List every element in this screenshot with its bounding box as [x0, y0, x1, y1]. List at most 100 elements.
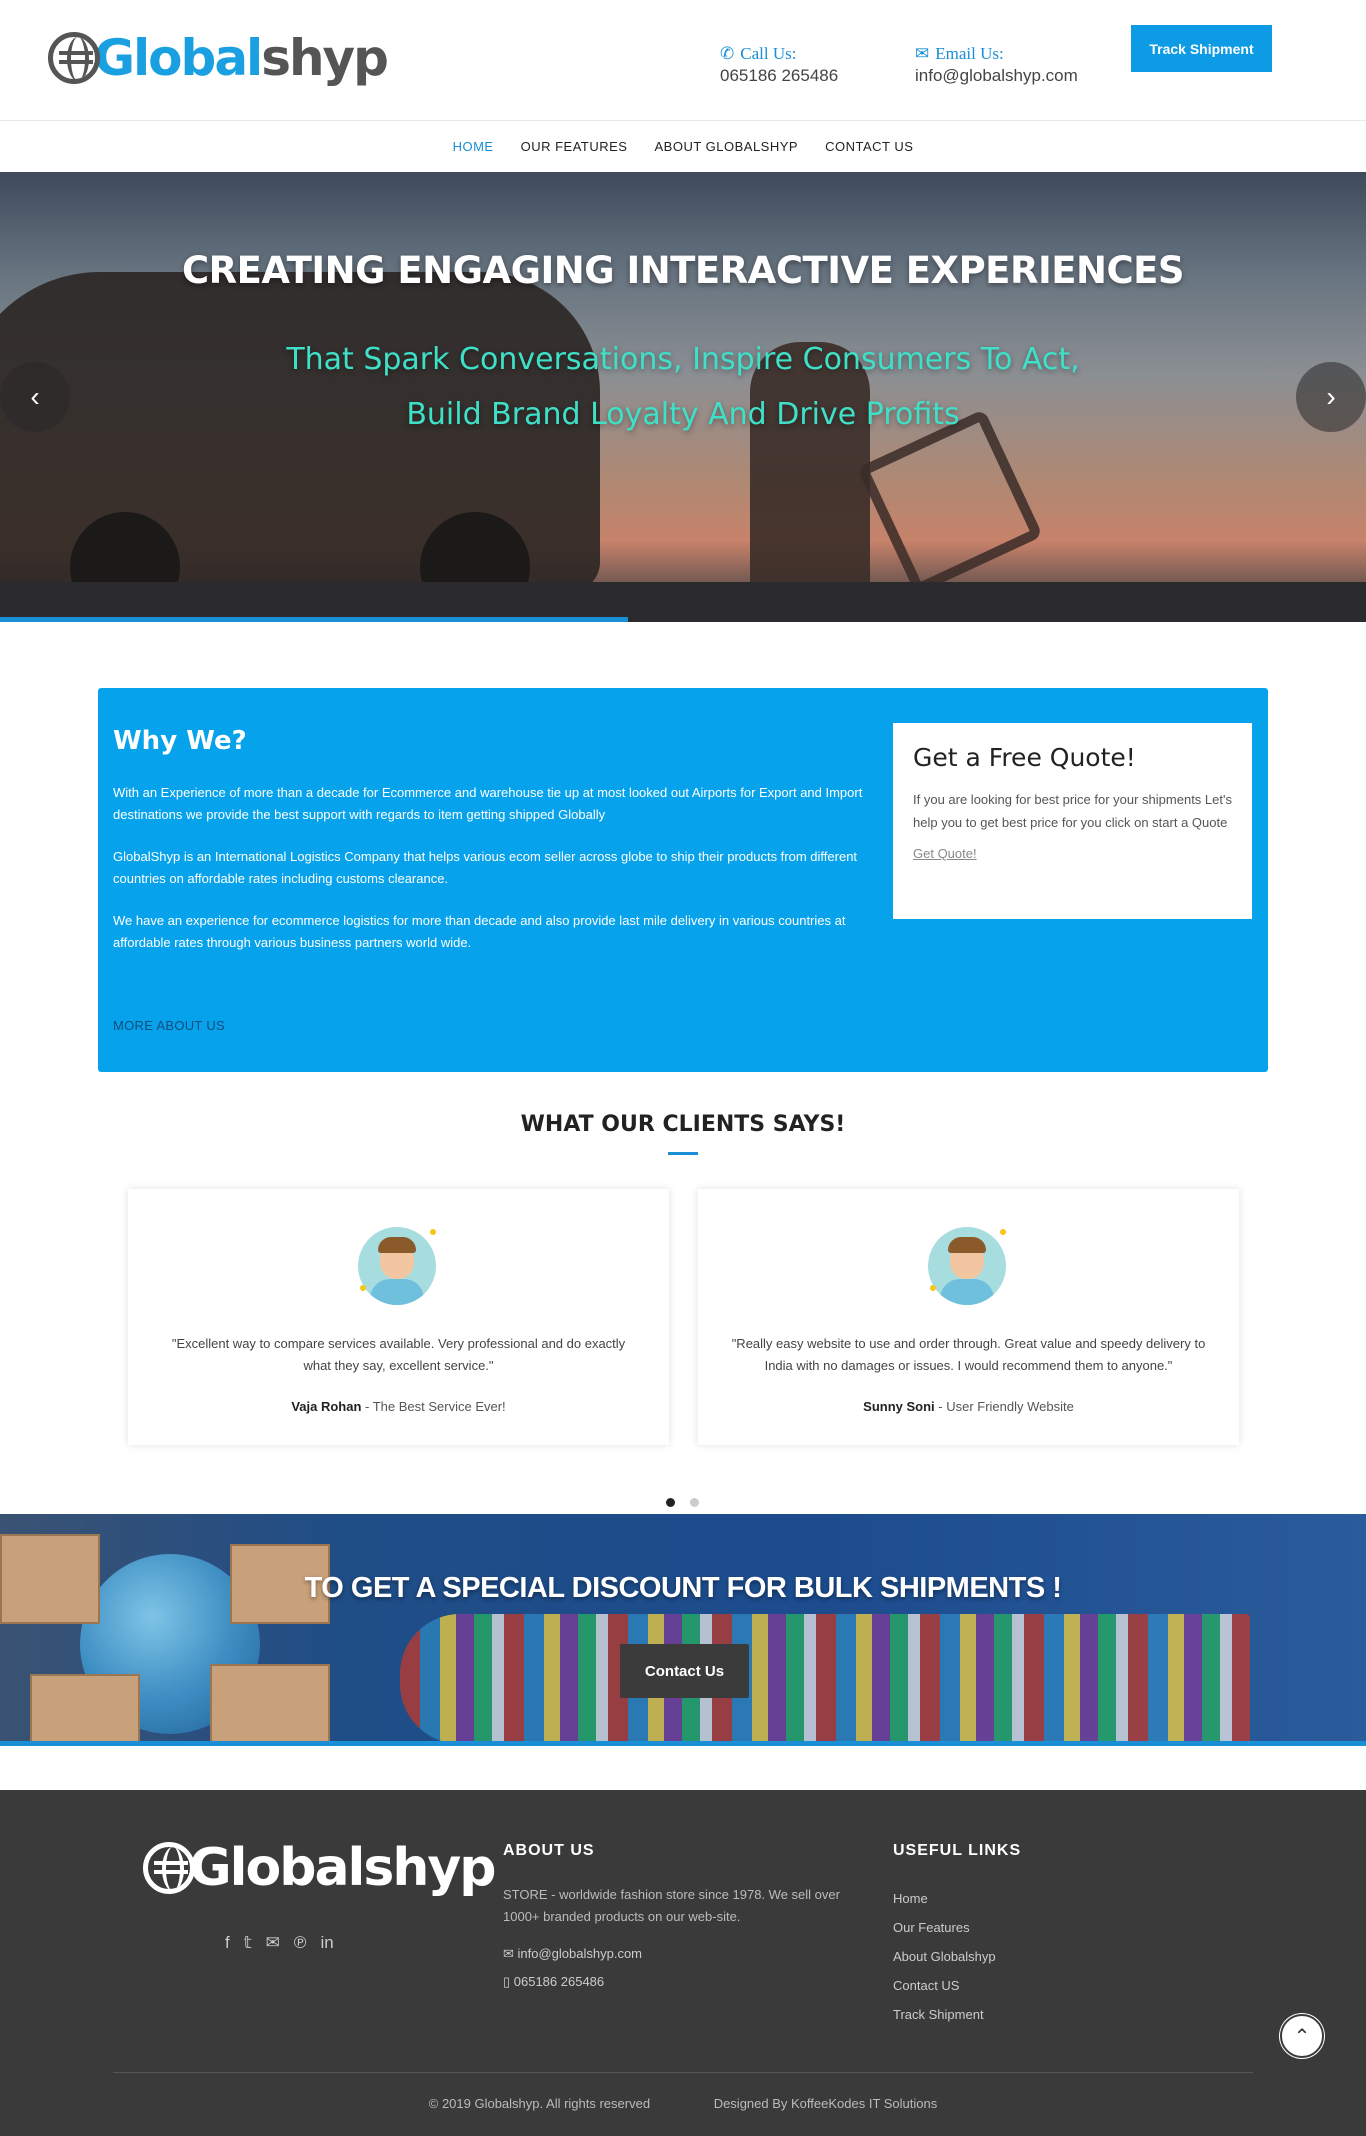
parcel-box-image	[30, 1674, 140, 1746]
site-logo[interactable]: Globalshyp	[48, 22, 389, 94]
testimonial-text: "Really easy website to use and order th…	[731, 1336, 1206, 1373]
title-underline	[668, 1152, 698, 1155]
banner-accent-line	[0, 1741, 1366, 1746]
designed-by-text: Designed By KoffeeKodes IT Solutions	[713, 2096, 938, 2111]
hero-slider: CREATING ENGAGING INTERACTIVE EXPERIENCE…	[0, 172, 1366, 622]
hero-ground	[0, 582, 1366, 622]
call-value[interactable]: 065186 265486	[720, 66, 838, 86]
footer-phone-text: 065186 265486	[513, 1974, 605, 1989]
footer-email[interactable]: ✉ info@globalshyp.com	[503, 1940, 863, 1968]
envelope-icon: ✉	[503, 1946, 518, 1961]
why-we-paragraph-2: GlobalShyp is an International Logistics…	[113, 849, 858, 886]
main-nav: HOME OUR FEATURES ABOUT GLOBALSHYP CONTA…	[0, 120, 1366, 172]
footer-contact-info: ✉ info@globalshyp.com ▯ 065186 265486	[503, 1940, 863, 1996]
footer-phone[interactable]: ▯ 065186 265486	[503, 1968, 863, 1996]
why-we-title: Why We?	[113, 726, 247, 756]
pinterest-icon[interactable]: ℗	[294, 1933, 307, 1953]
avatar-body	[370, 1279, 424, 1305]
footer: Globalshyp f 𝕥 ✉ ℗ in ABOUT US STORE - w…	[0, 1790, 1366, 2136]
avatar-hair	[948, 1237, 986, 1253]
footer-link-contact[interactable]: Contact US	[893, 1971, 1021, 2000]
avatar-hair	[378, 1237, 416, 1253]
footer-link-our-features[interactable]: Our Features	[893, 1913, 1021, 1942]
envelope-icon: ✉	[915, 44, 930, 63]
why-we-section: Why We? With an Experience of more than …	[98, 688, 1268, 1072]
free-quote-text: If you are looking for best price for yo…	[913, 792, 1232, 830]
testimonial-author-name: Sunny Soni	[863, 1399, 935, 1414]
sparkle-icon	[930, 1285, 936, 1291]
testimonial-author: Vaja Rohan - The Best Service Ever!	[128, 1399, 669, 1414]
pagination-dot[interactable]	[690, 1498, 699, 1507]
chevron-up-icon[interactable]: ⌃	[1280, 2014, 1324, 2058]
slider-progress-bar	[0, 617, 629, 622]
footer-logo[interactable]: Globalshyp	[143, 1838, 496, 1898]
bulk-discount-title: TO GET A SPECIAL DISCOUNT FOR BULK SHIPM…	[304, 1572, 1062, 1604]
footer-bottom: © 2019 Globalshyp. All rights reserved D…	[0, 2096, 1366, 2111]
facebook-icon[interactable]: f	[225, 1933, 230, 1953]
chevron-left-icon[interactable]: ‹	[0, 362, 70, 432]
page: Globalshyp ✆ Call Us: 065186 265486 ✉ Emai…	[0, 0, 1366, 2136]
twitter-icon[interactable]: 𝕥	[244, 1933, 252, 1953]
nav-home[interactable]: HOME	[453, 139, 494, 154]
contact-us-button[interactable]: Contact Us	[620, 1644, 749, 1698]
footer-about-column: ABOUT US STORE - worldwide fashion store…	[503, 1842, 863, 1996]
phone-icon: ✆	[720, 44, 735, 63]
footer-links-column: USEFUL LINKS Home Our Features About Glo…	[893, 1842, 1021, 2029]
logo-text: Globalshyp	[94, 29, 389, 87]
footer-links-list: Home Our Features About Globalshyp Conta…	[893, 1884, 1021, 2029]
track-shipment-button[interactable]: Track Shipment	[1131, 25, 1272, 72]
free-quote-card: Get a Free Quote! If you are looking for…	[893, 723, 1252, 919]
chevron-right-icon[interactable]: ›	[1296, 362, 1366, 432]
globe-logo-icon	[48, 32, 100, 84]
nav-our-features[interactable]: OUR FEATURES	[521, 139, 628, 154]
call-label: ✆ Call Us:	[720, 44, 838, 64]
social-links: f 𝕥 ✉ ℗ in	[225, 1933, 334, 1953]
testimonial-tagline: - User Friendly Website	[934, 1399, 1074, 1414]
footer-about-title: ABOUT US	[503, 1842, 595, 1859]
more-about-us-link[interactable]: MORE ABOUT US	[113, 1018, 225, 1033]
footer-link-track-shipment[interactable]: Track Shipment	[893, 2000, 1021, 2029]
email-label-text: Email Us:	[935, 44, 1004, 63]
testimonial-card: "Excellent way to compare services avail…	[128, 1189, 669, 1445]
hero-subtitle: That Spark Conversations, Inspire Consum…	[0, 332, 1366, 442]
nav-contact-us[interactable]: CONTACT US	[825, 139, 913, 154]
testimonial-card: "Really easy website to use and order th…	[698, 1189, 1239, 1445]
footer-logo-text: Globalshyp	[189, 1838, 496, 1898]
mail-icon[interactable]: ✉	[266, 1933, 280, 1953]
nav-about-globalshyp[interactable]: ABOUT GLOBALSHYP	[654, 139, 798, 154]
avatar-body	[940, 1279, 994, 1305]
testimonial-pagination	[666, 1498, 699, 1507]
linkedin-icon[interactable]: in	[320, 1933, 333, 1953]
email-us-block: ✉ Email Us: info@globalshyp.com	[915, 44, 1078, 86]
footer-link-home[interactable]: Home	[893, 1884, 1021, 1913]
footer-divider	[113, 2072, 1253, 2073]
clients-section-title: WHAT OUR CLIENTS SAYS!	[520, 1112, 846, 1137]
free-quote-title: Get a Free Quote!	[913, 743, 1136, 772]
footer-links-title: USEFUL LINKS	[893, 1842, 1022, 1859]
footer-about-text: STORE - worldwide fashion store since 19…	[503, 1887, 840, 1924]
hero-subtitle-line1: That Spark Conversations, Inspire Consum…	[286, 342, 1080, 377]
globe-logo-icon	[143, 1842, 195, 1894]
header: Globalshyp ✆ Call Us: 065186 265486 ✉ Emai…	[0, 0, 1366, 120]
why-we-paragraph-1: With an Experience of more than a decade…	[113, 785, 863, 822]
email-label: ✉ Email Us:	[915, 44, 1078, 64]
email-value[interactable]: info@globalshyp.com	[915, 66, 1078, 86]
avatar	[928, 1227, 1006, 1305]
footer-link-about[interactable]: About Globalshyp	[893, 1942, 1021, 1971]
footer-email-text: info@globalshyp.com	[517, 1946, 642, 1961]
testimonial-author: Sunny Soni - User Friendly Website	[698, 1399, 1239, 1414]
hero-title: CREATING ENGAGING INTERACTIVE EXPERIENCE…	[181, 249, 1185, 292]
sparkle-icon	[1000, 1229, 1006, 1235]
logo-text-shyp: shyp	[261, 29, 389, 87]
call-us-block: ✆ Call Us: 065186 265486	[720, 44, 838, 86]
hero-subtitle-line2: Build Brand Loyalty And Drive Profits	[406, 397, 960, 432]
pagination-dot-active[interactable]	[666, 1498, 675, 1507]
parcel-box-image	[210, 1664, 330, 1746]
testimonial-author-name: Vaja Rohan	[291, 1399, 362, 1414]
testimonial-text: "Excellent way to compare services avail…	[171, 1336, 626, 1373]
testimonial-tagline: - The Best Service Ever!	[361, 1399, 506, 1414]
copyright-text: © 2019 Globalshyp. All rights reserved	[428, 2096, 651, 2111]
mobile-icon: ▯	[503, 1974, 514, 1989]
call-label-text: Call Us:	[740, 44, 797, 63]
get-quote-link[interactable]: Get Quote!	[913, 846, 977, 861]
